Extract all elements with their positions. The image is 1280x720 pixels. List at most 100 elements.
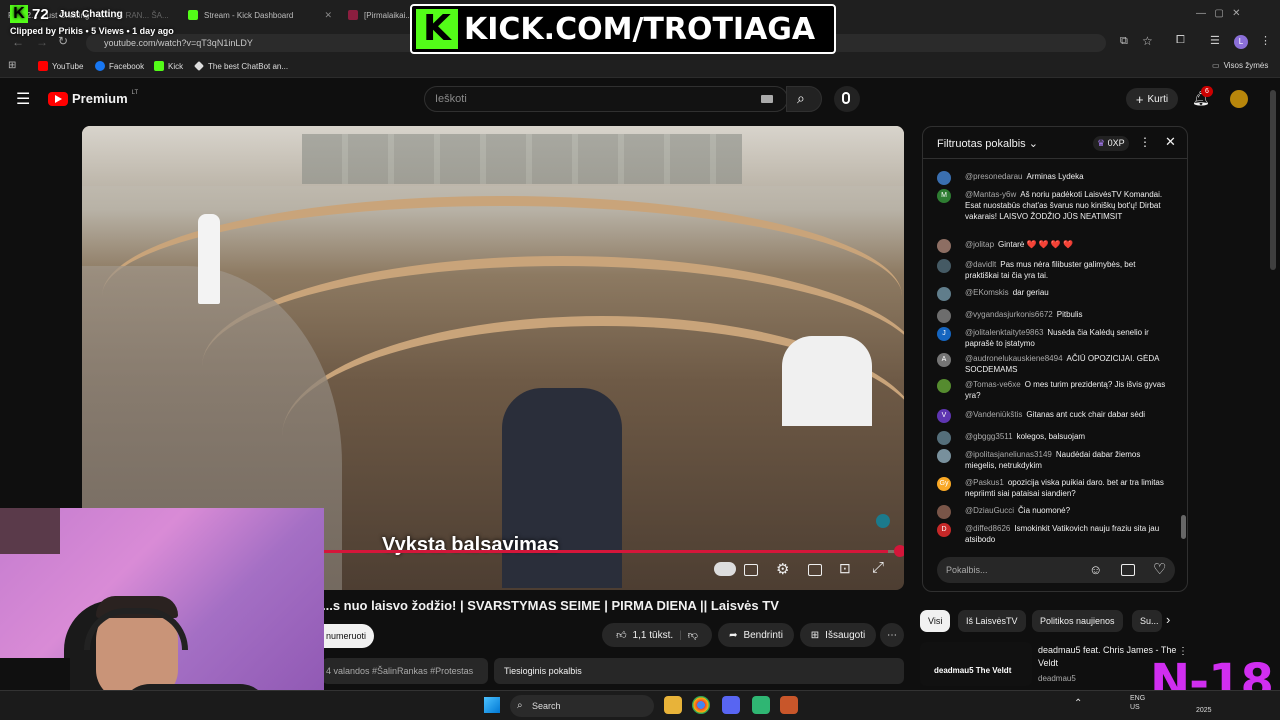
discord-icon[interactable] <box>722 696 740 714</box>
live-chat-replay-box[interactable]: Tiesioginis pokalbis <box>494 658 904 684</box>
recommended-thumbnail[interactable]: deadmau5 The Veldt <box>920 642 1032 686</box>
search-input[interactable]: Ieškoti <box>424 86 788 112</box>
chat-author[interactable]: @Vandeniūkštis <box>965 410 1022 419</box>
chat-avatar[interactable] <box>937 505 951 519</box>
chat-message[interactable]: @presonedarau Arminas Lydeka <box>937 171 1167 185</box>
chat-message[interactable]: @vygandasjurkonis6672 Pitbulis <box>937 309 1167 323</box>
xp-badge[interactable]: ♛ 0XP <box>1093 136 1129 151</box>
bookmark-star-icon[interactable]: ☆ <box>1142 34 1153 48</box>
chat-avatar[interactable]: M <box>937 189 951 203</box>
chat-message[interactable]: @ipolitasjaneliunas3149 Naudėdai dabar ži… <box>937 449 1167 471</box>
heart-reaction-icon[interactable]: ♡ <box>1153 560 1166 578</box>
tray-chevron-icon[interactable]: ⌃ <box>1074 698 1082 709</box>
file-explorer-icon[interactable] <box>664 696 682 714</box>
voice-search-button[interactable] <box>834 86 860 112</box>
language-indicator[interactable]: ENG US <box>1130 694 1145 712</box>
chevron-right-icon[interactable]: › <box>1166 612 1170 627</box>
chat-avatar[interactable] <box>937 259 951 273</box>
super-chat-icon[interactable] <box>1121 564 1135 576</box>
chat-avatar[interactable]: V <box>937 409 951 423</box>
close-window-icon[interactable]: ✕ <box>1232 8 1240 19</box>
all-bookmarks[interactable]: ▭ Visos žymės <box>1212 61 1268 70</box>
minimize-icon[interactable]: — <box>1196 8 1206 19</box>
bookmark-facebook[interactable]: Facebook <box>95 61 144 71</box>
youtube-logo[interactable]: Premium LT <box>48 90 138 106</box>
notifications-bell-icon[interactable]: 🔔︎ 6 <box>1192 86 1213 107</box>
more-actions-button[interactable]: ⋯ <box>880 623 904 647</box>
clock-date[interactable]: 2025 <box>1196 707 1212 714</box>
chat-message[interactable]: J @jolitalenktaityte9863 Nusėda čia Kalėdų… <box>937 327 1167 349</box>
chat-author[interactable]: @davidlt <box>965 260 996 269</box>
subtitles-icon[interactable] <box>744 564 758 576</box>
chat-message[interactable]: @jolitap Gintarė ❤️ ❤️ ❤️ ❤️ <box>937 239 1167 253</box>
fullscreen-icon[interactable]: ⤢ <box>872 559 884 576</box>
forward-icon[interactable]: → <box>36 35 48 49</box>
progress-scrubber[interactable] <box>894 545 904 557</box>
profile-avatar[interactable]: L <box>1234 35 1248 49</box>
chat-message[interactable]: @davidlt Pas mus nėra filibuster galimybė… <box>937 259 1167 281</box>
page-scrollbar[interactable] <box>1270 90 1276 270</box>
chat-avatar[interactable] <box>937 449 951 463</box>
subscribe-button[interactable]: numeruoti <box>318 624 374 648</box>
chat-author[interactable]: @EKomskis <box>965 288 1009 297</box>
autoplay-toggle[interactable] <box>714 562 736 576</box>
windows-start-icon[interactable] <box>484 697 500 713</box>
chat-avatar[interactable]: J <box>937 327 951 341</box>
chat-avatar[interactable] <box>937 287 951 301</box>
chat-author[interactable]: @gbggg3511 <box>965 432 1013 441</box>
chat-author[interactable]: @Paskus1 <box>965 478 1004 487</box>
thumbs-down-icon[interactable]: 👎︎ <box>688 629 698 641</box>
like-button[interactable]: 👍︎ 1,1 tūkst. | 👎︎ <box>602 623 712 647</box>
chat-avatar[interactable]: A <box>937 353 951 367</box>
chat-author[interactable]: @audronelukauskiene8494 <box>965 354 1063 363</box>
chat-author[interactable]: @jolitap <box>965 240 994 249</box>
chat-message[interactable]: Gy @Paskus1 opozicija viska puikiai daro. … <box>937 477 1167 499</box>
chat-message[interactable]: M @Mantas-y6w Aš noriu padėkoti LaisvėsTV … <box>937 189 1167 222</box>
keyboard-icon[interactable] <box>761 95 773 103</box>
description-box[interactable]: 4 valandos #ŠalinRankas #Protestas <box>322 658 488 684</box>
chip-more[interactable]: Su... <box>1132 610 1162 632</box>
chrome-icon[interactable] <box>692 696 710 714</box>
close-tab-icon[interactable]: ✕ <box>324 10 332 21</box>
bookmark-youtube[interactable]: YouTube <box>38 61 83 71</box>
chat-author[interactable]: @jolitalenktaityte9863 <box>965 328 1043 337</box>
search-button[interactable]: ⌕ <box>786 86 822 112</box>
chat-avatar[interactable] <box>937 239 951 253</box>
hamburger-menu-icon[interactable]: ☰ <box>16 89 30 109</box>
chip-politics[interactable]: Politikos naujienos <box>1032 610 1123 632</box>
chat-avatar[interactable]: Gy <box>937 477 951 491</box>
taskbar-search[interactable]: ⌕ Search <box>510 695 654 717</box>
chat-author[interactable]: @ipolitasjaneliunas3149 <box>965 450 1052 459</box>
chat-author[interactable]: @presonedarau <box>965 172 1023 181</box>
chat-author[interactable]: @diffed8626 <box>965 524 1010 533</box>
extensions-icon[interactable]: ⧠ <box>1176 34 1185 47</box>
close-chat-icon[interactable]: ✕ <box>1165 134 1176 150</box>
chat-message[interactable]: @gbggg3511 kolegos, balsuojam <box>937 431 1167 445</box>
chat-avatar[interactable] <box>937 379 951 393</box>
chat-message[interactable]: @EKomskis dar geriau <box>937 287 1167 301</box>
chat-menu-icon[interactable]: ⋮ <box>1139 135 1151 149</box>
chat-avatar[interactable] <box>937 171 951 185</box>
theater-mode-icon[interactable] <box>808 564 822 576</box>
cast-icon[interactable]: ⊡ <box>839 560 851 577</box>
chat-author[interactable]: @vygandasjurkonis6672 <box>965 310 1053 319</box>
tab-kick-dashboard[interactable]: Stream - Kick Dashboard ✕ <box>180 4 340 26</box>
chat-scrollbar[interactable] <box>1181 163 1186 543</box>
chat-message[interactable]: @Tomas-ve6xe O mes turim prezidentą? Jis … <box>937 379 1167 401</box>
chat-message[interactable]: @DziauGucci Čia nuomonė? <box>937 505 1167 519</box>
chat-avatar[interactable] <box>937 309 951 323</box>
chat-avatar[interactable]: D <box>937 523 951 537</box>
chat-message[interactable]: A @audronelukauskiene8494 AČIŪ OPOZICIJAI.… <box>937 353 1167 375</box>
create-button[interactable]: + Kurti <box>1126 88 1178 110</box>
chat-avatar[interactable] <box>937 431 951 445</box>
chip-all[interactable]: Visi <box>920 610 951 632</box>
save-button[interactable]: ⊞ Išsaugoti <box>800 623 876 647</box>
chat-message[interactable]: V @Vandeniūkštis Gitanas ant cuck chair da… <box>937 409 1167 423</box>
back-icon[interactable]: ← <box>12 35 24 49</box>
apps-grid-icon[interactable]: ⊞ <box>8 60 16 71</box>
bookmark-kick[interactable]: Kick <box>154 61 183 71</box>
account-avatar[interactable] <box>1230 90 1248 108</box>
bookmark-chatbot[interactable]: The best ChatBot an... <box>194 61 288 71</box>
chat-filter-dropdown[interactable]: Filtruotas pokalbis ⌄ <box>937 137 1038 150</box>
chip-channel[interactable]: Iš LaisvėsTV <box>958 610 1026 632</box>
